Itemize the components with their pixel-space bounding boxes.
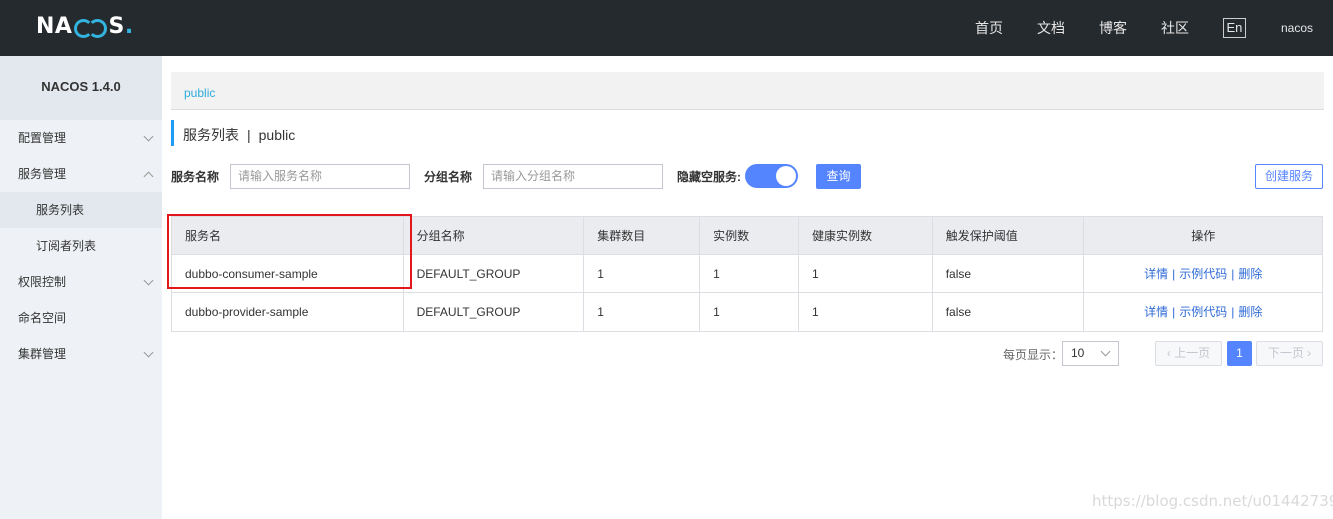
column-header-healthy-count: 健康实例数	[799, 217, 933, 254]
cell-service-name: dubbo-consumer-sample	[172, 255, 404, 292]
next-page-label: 下一页	[1267, 346, 1304, 360]
column-header-group-name: 分组名称	[404, 217, 585, 254]
table-row: dubbo-consumer-sample DEFAULT_GROUP 1 1 …	[172, 255, 1322, 293]
cell-group-name: DEFAULT_GROUP	[404, 255, 585, 292]
nacos-logo[interactable]: NA S.	[36, 13, 134, 41]
cell-instance-count: 1	[700, 255, 799, 292]
column-header-actions: 操作	[1191, 229, 1216, 243]
action-separator: |	[1231, 305, 1235, 319]
prev-page-label: 上一页	[1174, 346, 1211, 360]
column-header-protect-threshold: 触发保护阈值	[933, 217, 1085, 254]
logo-rings-icon	[73, 19, 108, 38]
sidebar-item-label: 命名空间	[18, 311, 67, 325]
page-size-select[interactable]: 10	[1062, 341, 1119, 366]
chevron-up-icon	[143, 171, 154, 182]
hide-empty-label: 隐藏空服务:	[677, 170, 741, 184]
delete-link[interactable]: 删除	[1238, 305, 1262, 319]
sidebar-item-config-management[interactable]: 配置管理	[0, 120, 162, 156]
language-toggle-button[interactable]: En	[1222, 18, 1246, 38]
column-header-cluster-count: 集群数目	[584, 217, 701, 254]
chevron-right-icon: ›	[1307, 346, 1312, 360]
page-title-namespace: public	[258, 127, 296, 143]
cell-service-name: dubbo-provider-sample	[172, 293, 404, 331]
sidebar-item-label: 服务列表	[36, 203, 85, 217]
logo-dot: .	[124, 14, 134, 39]
chevron-down-icon	[143, 131, 154, 142]
top-nav: 首页 文档 博客 社区 En nacos	[941, 0, 1333, 56]
sidebar-item-label: 配置管理	[18, 131, 67, 145]
page-title-main: 服务列表	[183, 127, 239, 143]
user-name[interactable]: nacos	[1281, 21, 1313, 35]
namespace-breadcrumb: public	[171, 72, 1324, 110]
sidebar-item-service-list[interactable]: 服务列表	[0, 192, 162, 228]
nav-blog[interactable]: 博客	[1099, 18, 1127, 38]
namespace-link-public[interactable]: public	[184, 86, 215, 100]
cell-actions: 详情 | 示例代码 | 删除	[1084, 255, 1322, 292]
hide-empty-toggle[interactable]	[745, 164, 798, 188]
chevron-down-icon	[143, 347, 154, 358]
page-title: 服务列表 | public	[171, 120, 295, 146]
group-name-input[interactable]: 请输入分组名称	[483, 164, 664, 189]
top-navbar: NA S. 首页 文档 博客 社区 En nacos	[0, 0, 1333, 56]
detail-link[interactable]: 详情	[1144, 267, 1168, 281]
nav-home[interactable]: 首页	[975, 18, 1003, 38]
hide-empty-filter: 隐藏空服务:	[677, 164, 741, 189]
cell-protect-threshold: false	[933, 255, 1085, 292]
service-name-input[interactable]: 请输入服务名称	[230, 164, 411, 189]
group-name-label: 分组名称	[424, 170, 473, 184]
sample-code-link[interactable]: 示例代码	[1179, 267, 1227, 281]
nav-docs[interactable]: 文档	[1037, 18, 1065, 38]
table-row: dubbo-provider-sample DEFAULT_GROUP 1 1 …	[172, 293, 1322, 331]
cell-cluster-count: 1	[584, 255, 701, 292]
cell-actions: 详情 | 示例代码 | 删除	[1084, 293, 1322, 331]
cell-protect-threshold: false	[933, 293, 1085, 331]
current-page-button[interactable]: 1	[1227, 341, 1252, 366]
action-separator: |	[1231, 267, 1235, 281]
chevron-down-icon	[1100, 346, 1111, 357]
sidebar-version: NACOS 1.4.0	[0, 56, 162, 120]
delete-link[interactable]: 删除	[1238, 267, 1262, 281]
sidebar-item-label: 集群管理	[18, 347, 67, 361]
sidebar-item-subscriber-list[interactable]: 订阅者列表	[0, 228, 162, 264]
page-title-separator: |	[247, 127, 251, 143]
detail-link[interactable]: 详情	[1144, 305, 1168, 319]
action-separator: |	[1172, 267, 1176, 281]
chevron-down-icon	[143, 275, 154, 286]
cell-healthy-count: 1	[799, 255, 933, 292]
logo-text-left: NA	[36, 14, 73, 39]
logo-text-right: S	[108, 14, 125, 39]
table-header-row: 服务名 分组名称 集群数目 实例数 健康实例数 触发保护阈值 操作	[172, 217, 1322, 255]
cell-instance-count: 1	[700, 293, 799, 331]
sidebar-item-service-management[interactable]: 服务管理	[0, 156, 162, 192]
prev-page-button[interactable]: ‹ 上一页	[1155, 341, 1222, 366]
service-name-filter: 服务名称 请输入服务名称	[171, 164, 411, 189]
chevron-left-icon: ‹	[1166, 346, 1171, 360]
column-header-service-name: 服务名	[172, 217, 404, 254]
sample-code-link[interactable]: 示例代码	[1179, 305, 1227, 319]
action-separator: |	[1172, 305, 1176, 319]
next-page-button[interactable]: 下一页 ›	[1256, 341, 1323, 366]
watermark: https://blog.csdn.net/u014427391	[1092, 492, 1333, 510]
page-size-label: 每页显示：	[1003, 348, 1064, 362]
query-button[interactable]: 查询	[816, 164, 861, 189]
group-name-filter: 分组名称 请输入分组名称	[424, 164, 664, 189]
sidebar-item-cluster-management[interactable]: 集群管理	[0, 336, 162, 372]
sidebar-item-label: 权限控制	[18, 275, 67, 289]
column-header-instance-count: 实例数	[700, 217, 799, 254]
page-size-value: 10	[1071, 346, 1085, 360]
nav-community[interactable]: 社区	[1161, 18, 1189, 38]
sidebar-item-namespace[interactable]: 命名空间	[0, 300, 162, 336]
service-table: 服务名 分组名称 集群数目 实例数 健康实例数 触发保护阈值 操作 dubbo-…	[171, 216, 1323, 332]
create-service-button[interactable]: 创建服务	[1255, 164, 1323, 189]
sidebar-item-label: 服务管理	[18, 167, 67, 181]
sidebar-item-label: 订阅者列表	[36, 239, 97, 253]
toggle-knob	[776, 166, 796, 186]
cell-healthy-count: 1	[799, 293, 933, 331]
cell-cluster-count: 1	[584, 293, 701, 331]
sidebar-item-access-control[interactable]: 权限控制	[0, 264, 162, 300]
cell-group-name: DEFAULT_GROUP	[404, 293, 585, 331]
sidebar: NACOS 1.4.0 配置管理 服务管理 服务列表 订阅者列表 权限控制 命名…	[0, 56, 162, 519]
service-name-label: 服务名称	[171, 170, 220, 184]
